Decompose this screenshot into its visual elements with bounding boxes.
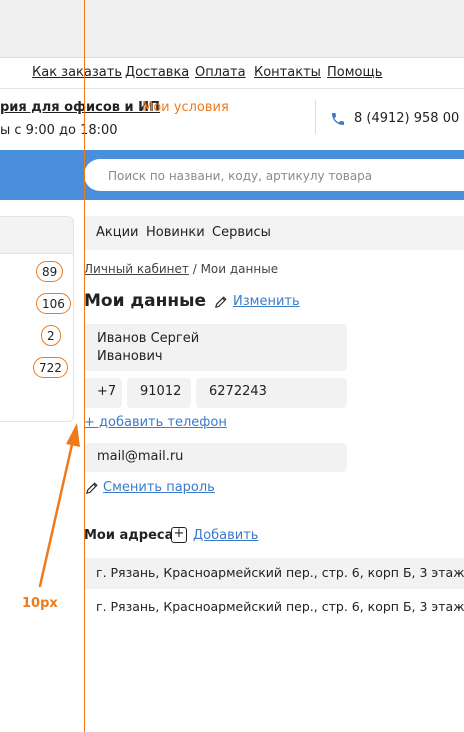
nav-link-how-to-order[interactable]: Как заказать xyxy=(32,65,122,80)
category-tabs: Акции Новинки Сервисы xyxy=(84,216,464,250)
alignment-guide-line xyxy=(84,0,85,732)
phone-local-number: 6272243 xyxy=(209,384,267,399)
search-input[interactable] xyxy=(106,159,464,193)
edit-profile-link[interactable]: Изменить xyxy=(233,294,300,309)
phone-number[interactable]: 8 (4912) 958 00 00 xyxy=(354,111,464,126)
pencil-icon xyxy=(86,482,98,494)
phone-area-code-field[interactable]: 91012 xyxy=(127,378,191,408)
page-title: Мои данные xyxy=(84,291,207,311)
pencil-icon[interactable] xyxy=(214,295,228,309)
side-panel-header xyxy=(0,217,73,254)
tab-services[interactable]: Сервисы xyxy=(212,225,271,240)
phone-icon xyxy=(332,113,344,125)
count-badge: 722 xyxy=(33,357,68,378)
breadcrumb: Личный кабинет / Мои данные xyxy=(84,262,278,276)
catalog-side-panel: 89 106 2 722 xyxy=(0,216,74,422)
address-text: г. Рязань, Красноармейский пер., стр. 6,… xyxy=(96,565,464,580)
name-line-2: Иванович xyxy=(97,349,163,364)
count-badge: 89 xyxy=(36,261,64,282)
header-divider xyxy=(315,100,316,134)
tab-promotions[interactable]: Акции xyxy=(96,225,139,240)
nav-link-delivery[interactable]: Доставка xyxy=(125,65,189,80)
count-badge: 106 xyxy=(36,293,71,314)
name-line-1: Иванов Сергей xyxy=(97,331,200,346)
phone-country-code-field[interactable]: +7 xyxy=(84,378,122,408)
tab-new-arrivals[interactable]: Новинки xyxy=(146,225,205,240)
search-box xyxy=(84,159,464,193)
address-text: г. Рязань, Красноармейский пер., стр. 6,… xyxy=(96,599,464,614)
breadcrumb-personal-account[interactable]: Личный кабинет xyxy=(84,262,189,276)
nav-link-contacts[interactable]: Контакты xyxy=(254,65,321,80)
count-badge: 2 xyxy=(41,325,61,346)
nav-link-help[interactable]: Помощь xyxy=(327,65,382,80)
addresses-title: Мои адреса xyxy=(84,528,174,543)
top-nav: Как заказать Доставка Оплата Контакты По… xyxy=(0,58,464,89)
phone-country-code: +7 xyxy=(97,384,117,399)
email-value: mail@mail.ru xyxy=(97,449,184,464)
plus-icon[interactable]: + xyxy=(171,527,187,543)
full-name-field[interactable]: Иванов Сергей Иванович xyxy=(84,324,347,371)
address-row[interactable]: г. Рязань, Красноармейский пер., стр. 6,… xyxy=(84,558,464,589)
promo-link-offices[interactable]: рия для офисов и ИП xyxy=(0,100,160,115)
breadcrumb-current: Мои данные xyxy=(200,262,279,276)
email-field[interactable]: mail@mail.ru xyxy=(84,443,347,472)
phone-area-code: 91012 xyxy=(140,384,182,399)
nav-link-payment[interactable]: Оплата xyxy=(195,65,246,80)
breadcrumb-separator: / xyxy=(192,262,197,276)
top-bar xyxy=(0,0,464,58)
phone-number-field[interactable]: 6272243 xyxy=(196,378,347,408)
measurement-label: 10px xyxy=(22,596,58,611)
change-password-link[interactable]: Сменить пароль xyxy=(103,480,215,495)
address-row[interactable]: г. Рязань, Красноармейский пер., стр. 6,… xyxy=(84,592,464,623)
working-hours: ы с 9:00 до 18:00 xyxy=(0,123,118,138)
add-phone-link[interactable]: + добавить телефон xyxy=(84,415,227,430)
add-address-link[interactable]: Добавить xyxy=(193,528,258,543)
my-conditions-link[interactable]: Мои условия xyxy=(142,100,229,115)
